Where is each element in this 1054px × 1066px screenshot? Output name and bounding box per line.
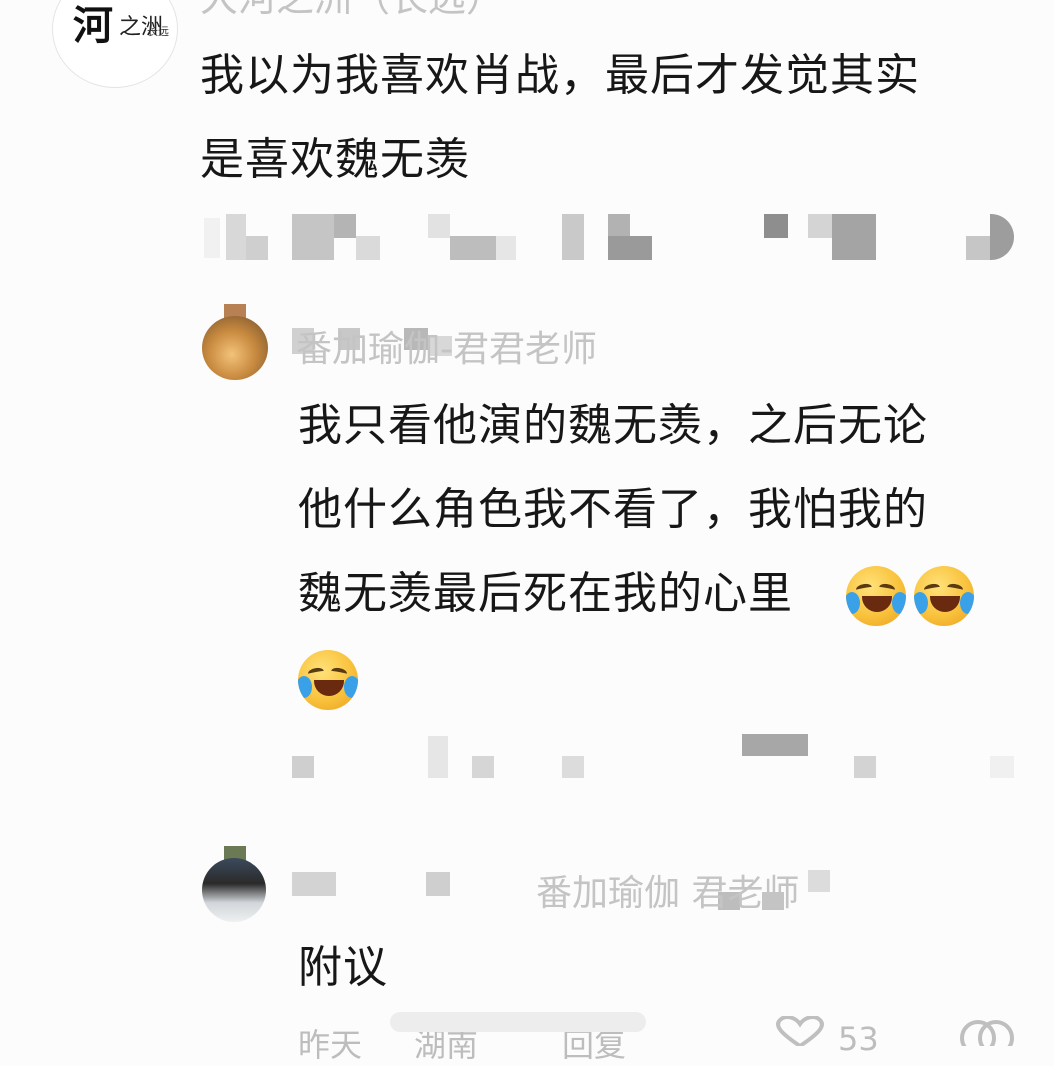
comment-text-line: 我以为我喜欢肖战，最后才发觉其实: [200, 50, 920, 101]
laugh-cry-emoji: [298, 650, 358, 710]
reply-username[interactable]: 番加瑜伽 君老师: [536, 874, 799, 914]
avatar[interactable]: [202, 316, 268, 380]
laugh-cry-emoji: [914, 566, 974, 626]
reply-text-line: 我只看他演的魏无羡，之后无论: [298, 400, 928, 451]
like-count: 53: [838, 1020, 879, 1058]
comment-icon[interactable]: [958, 1016, 1014, 1046]
reply-text-line: 魏无羡最后死在我的心里: [298, 568, 793, 619]
reply-text: 我只看他演的魏无羡，之后无论 他什么角色我不看了，我怕我的 魏无羡最后死在我的心…: [298, 384, 928, 636]
avatar[interactable]: [202, 858, 266, 922]
comment-text: 我以为我喜欢肖战，最后才发觉其实 是喜欢魏无羡: [200, 34, 920, 202]
reply-text-line: 他什么角色我不看了，我怕我的: [298, 484, 928, 535]
heart-icon[interactable]: [772, 1016, 828, 1046]
comment-username[interactable]: 大河之洲（长远）: [200, 0, 504, 18]
reply-text: 附议: [298, 942, 388, 993]
avatar-logo-char: 长远: [147, 25, 169, 38]
reply-username[interactable]: 番加瑜伽-君君老师: [296, 330, 597, 370]
reply-time: 昨天: [298, 1026, 363, 1064]
avatar-logo-char: 河: [73, 2, 113, 49]
laugh-cry-emoji: [846, 566, 906, 626]
avatar[interactable]: 河 之洲 长远: [52, 0, 178, 88]
comment-text-line: 是喜欢魏无羡: [200, 134, 470, 185]
